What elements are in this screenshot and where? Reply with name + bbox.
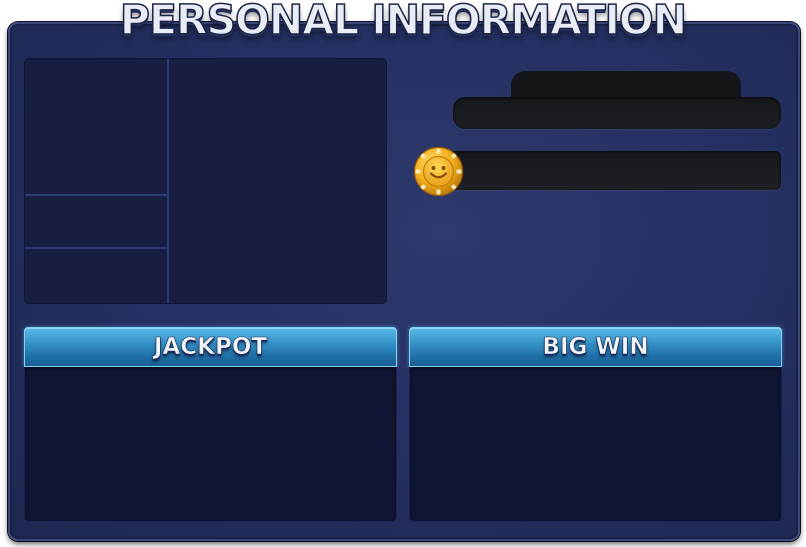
avatar-slot[interactable]: [25, 59, 169, 196]
tab-jackpot[interactable]: JACKPOT: [24, 327, 397, 367]
profile-details-panel: [169, 59, 386, 303]
tab-big-win[interactable]: BIG WIN: [409, 327, 782, 367]
profile-info-row: [25, 196, 169, 249]
page-title: PERSONAL INFORMATION: [119, 0, 688, 45]
big-win-panel: [409, 367, 782, 522]
jackpot-panel: [24, 367, 397, 522]
profile-info-grid: [24, 58, 387, 304]
player-name-field: [453, 97, 781, 129]
coin-icon: [413, 146, 464, 197]
coin-balance-bar: [437, 151, 781, 190]
profile-info-row: [25, 249, 169, 303]
